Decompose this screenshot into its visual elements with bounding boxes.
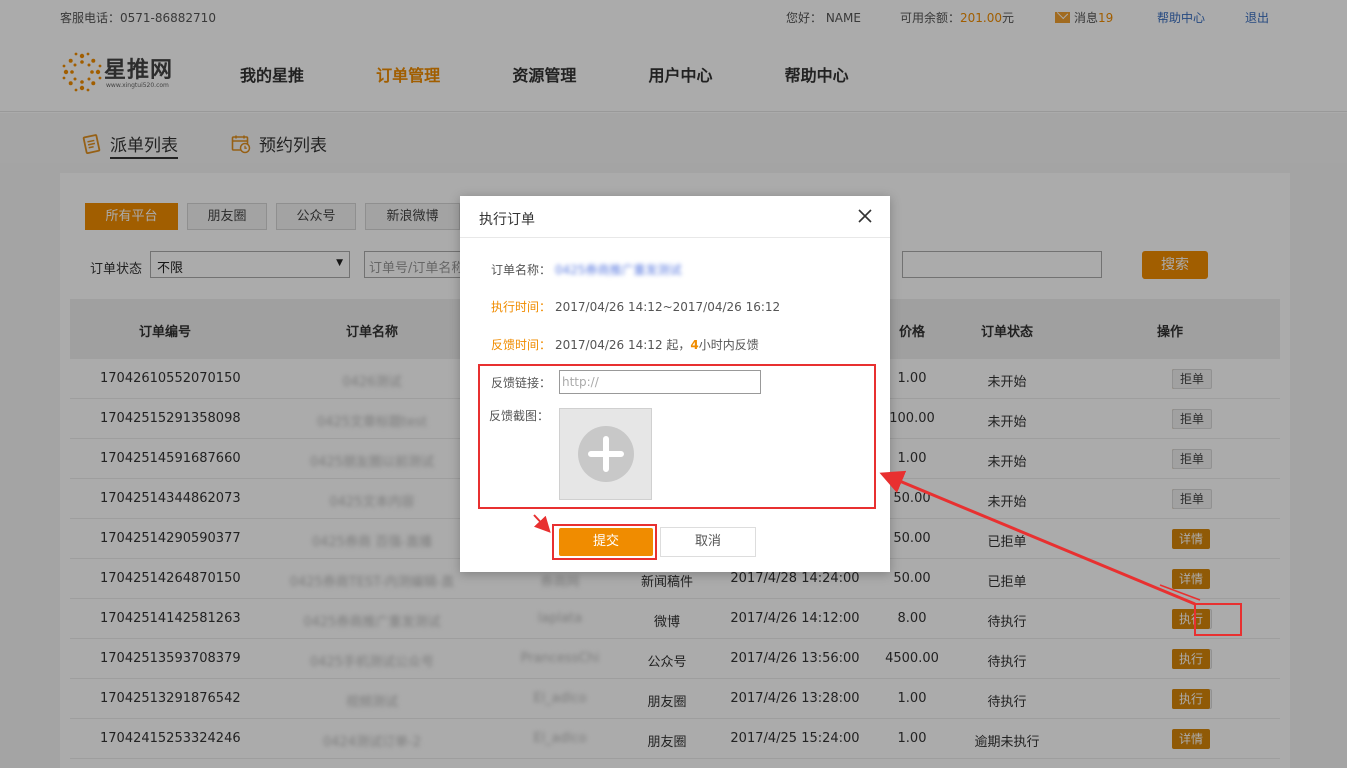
- feedback-time-row: 反馈时间： 2017/04/26 14:12 起，4小时内反馈: [491, 338, 759, 352]
- order-name-row: 订单名称： 0425券商推广重发测试: [491, 263, 682, 277]
- annotation-feedback-box: [478, 364, 876, 509]
- close-icon[interactable]: [858, 209, 872, 223]
- dialog-header: 执行订单: [460, 196, 890, 238]
- annotation-exec-box: [1194, 603, 1242, 636]
- annotation-submit-box: [552, 524, 657, 560]
- cancel-button[interactable]: 取消: [660, 527, 756, 557]
- order-name-value: 0425券商推广重发测试: [555, 263, 682, 277]
- exec-time-row: 执行时间： 2017/04/26 14:12~2017/04/26 16:12: [491, 300, 781, 314]
- dialog-title: 执行订单: [479, 212, 535, 228]
